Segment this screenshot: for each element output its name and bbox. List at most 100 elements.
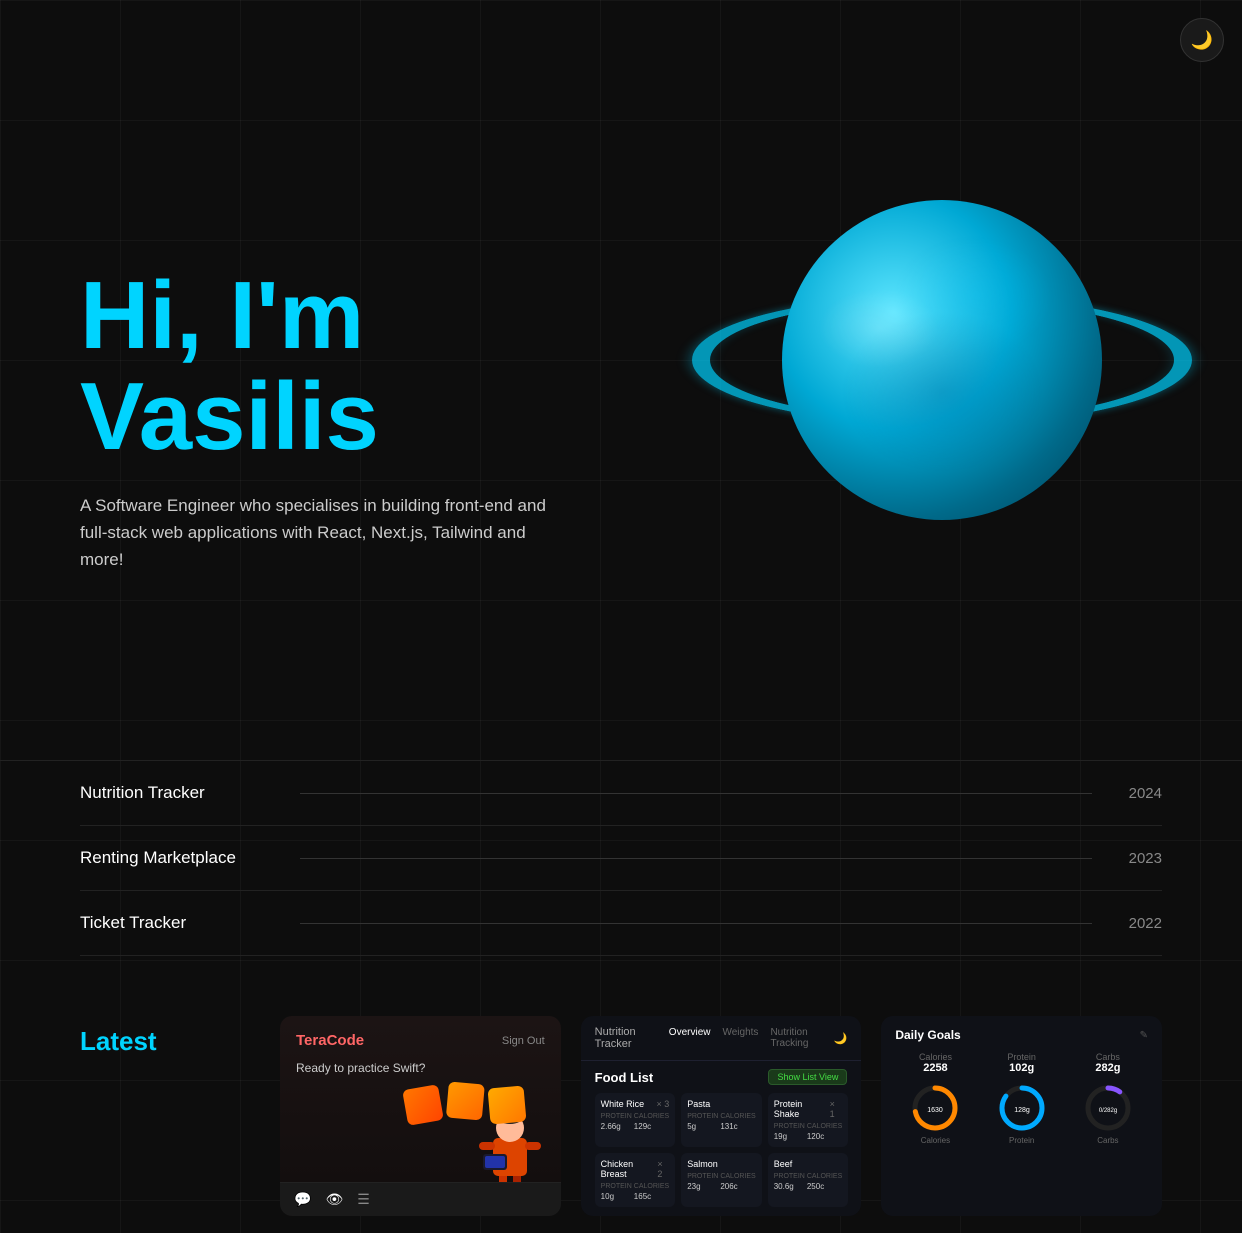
project-list: Nutrition Tracker 2024 Renting Marketpla… <box>0 761 1242 956</box>
goal-carbs-label: Carbs <box>1068 1052 1148 1062</box>
circles-row: 1630 Calories 128g Protein <box>895 1084 1148 1145</box>
tera-header: TeraCode Sign Out <box>296 1032 545 1049</box>
food-item-salmon: Salmon PROTEIN CALORIES 23g 206c <box>681 1153 762 1207</box>
food-list-header: Food List Show List View <box>581 1061 862 1093</box>
project-year-nutrition: 2024 <box>1112 785 1162 802</box>
tab-overview[interactable]: Overview <box>669 1027 711 1049</box>
dot-orange-1 <box>402 1084 444 1126</box>
show-list-button[interactable]: Show List View <box>768 1069 847 1085</box>
hero-name: Vasilis <box>80 363 379 470</box>
project-item-renting[interactable]: Renting Marketplace 2023 <box>80 826 1162 891</box>
project-name-ticket: Ticket Tracker <box>80 913 280 933</box>
tera-toolbar: 💬 👁 ☰ <box>280 1182 561 1216</box>
protein-value-beef: 30.6g <box>774 1182 805 1191</box>
nutrition-tabs: Overview Weights Nutrition Tracking <box>669 1027 834 1049</box>
calories-label-3: CALORIES <box>807 1123 842 1130</box>
project-divider-renting <box>300 858 1092 859</box>
calories-circle-svg: 1630 <box>911 1084 959 1132</box>
food-name-chicken: Chicken Breast <box>601 1159 658 1179</box>
goal-calories: Calories 2258 <box>895 1052 975 1074</box>
food-name-shake: Protein Shake <box>774 1099 830 1119</box>
protein-label-3: PROTEIN <box>774 1123 805 1130</box>
svg-text:0/282g: 0/282g <box>1099 1108 1117 1114</box>
calories-circle-label: Calories <box>921 1136 950 1145</box>
project-item-ticket[interactable]: Ticket Tracker 2022 <box>80 891 1162 956</box>
nutrition-app-title: Nutrition Tracker <box>595 1026 669 1050</box>
protein-value-pasta: 5g <box>687 1122 718 1131</box>
project-item-nutrition[interactable]: Nutrition Tracker 2024 <box>80 761 1162 826</box>
goal-calories-label: Calories <box>895 1052 975 1062</box>
protein-value-rice: 2.66g <box>601 1122 632 1131</box>
food-item-protein-shake: Protein Shake × 1 PROTEIN CALORIES 19g 1… <box>768 1093 849 1147</box>
calories-value-chicken: 165c <box>634 1192 669 1201</box>
project-name-renting: Renting Marketplace <box>80 848 280 868</box>
calories-label-4: CALORIES <box>634 1183 669 1190</box>
daily-goals-edit-icon[interactable]: ✎ <box>1140 1030 1148 1041</box>
food-name-salmon: Salmon <box>687 1159 718 1169</box>
nutrition-tracker-card[interactable]: Nutrition Tracker Overview Weights Nutri… <box>581 1016 862 1216</box>
nutrition-card-inner: Nutrition Tracker Overview Weights Nutri… <box>581 1016 862 1216</box>
goal-protein-value: 102g <box>982 1062 1062 1074</box>
food-list-title: Food List <box>595 1070 654 1085</box>
calories-value-beef: 250c <box>807 1182 842 1191</box>
dark-mode-button[interactable]: 🌙 <box>1180 18 1224 62</box>
hero-section: Hi, I'm Vasilis A Software Engineer who … <box>0 0 1242 760</box>
svg-text:128g: 128g <box>1014 1107 1030 1114</box>
food-count-shake: × 1 <box>830 1099 843 1119</box>
planet-decoration <box>722 160 1162 560</box>
daily-goals-card[interactable]: Daily Goals ✎ Calories 2258 Protein 102g… <box>881 1016 1162 1216</box>
calories-value-pasta: 131c <box>720 1122 755 1131</box>
planet <box>782 200 1102 520</box>
goal-calories-value: 2258 <box>895 1062 975 1074</box>
project-divider-nutrition <box>300 793 1092 794</box>
goal-carbs: Carbs 282g <box>1068 1052 1148 1074</box>
tab-weights[interactable]: Weights <box>722 1027 758 1049</box>
tab-nutrition-tracking[interactable]: Nutrition Tracking <box>770 1027 833 1049</box>
daily-goals-title: Daily Goals <box>895 1028 960 1042</box>
daily-goals-header: Daily Goals ✎ <box>895 1028 1148 1042</box>
carbs-circle-svg: 0/282g <box>1084 1084 1132 1132</box>
protein-label-6: PROTEIN <box>774 1173 805 1180</box>
protein-circle-container: 128g Protein <box>982 1084 1062 1145</box>
protein-circle-svg: 128g <box>998 1084 1046 1132</box>
calories-circle-container: 1630 Calories <box>895 1084 975 1145</box>
carbs-circle-container: 0/282g Carbs <box>1068 1084 1148 1145</box>
food-item-rice: White Rice × 3 PROTEIN CALORIES 2.66g 12… <box>595 1093 676 1147</box>
food-name-pasta: Pasta <box>687 1099 710 1109</box>
eye-icon[interactable]: 👁 <box>325 1191 343 1208</box>
calories-value-salmon: 206c <box>720 1182 755 1191</box>
tera-logo: TeraCode <box>296 1032 364 1049</box>
protein-circle-label: Protein <box>1009 1136 1034 1145</box>
goal-protein-label: Protein <box>982 1052 1062 1062</box>
protein-label: PROTEIN <box>601 1113 632 1120</box>
hero-content: Hi, I'm Vasilis A Software Engineer who … <box>80 266 680 573</box>
protein-value-shake: 19g <box>774 1132 805 1141</box>
calories-value-shake: 120c <box>807 1132 842 1141</box>
svg-text:1630: 1630 <box>928 1107 944 1114</box>
protein-label-2: PROTEIN <box>687 1113 718 1120</box>
list-icon[interactable]: ☰ <box>357 1191 370 1208</box>
tera-prompt: Ready to practice Swift? <box>296 1061 545 1075</box>
tera-code-card[interactable]: TeraCode Sign Out Ready to practice Swif… <box>280 1016 561 1216</box>
project-year-renting: 2023 <box>1112 850 1162 867</box>
bottom-section: Latest TeraCode Sign Out Ready to practi… <box>0 956 1242 1216</box>
protein-value-chicken: 10g <box>601 1192 632 1201</box>
food-count-rice: × 3 <box>656 1099 669 1109</box>
food-item-pasta: Pasta PROTEIN CALORIES 5g 131c <box>681 1093 762 1147</box>
chat-icon[interactable]: 💬 <box>294 1191 311 1208</box>
hero-subtitle: A Software Engineer who specialises in b… <box>80 492 560 574</box>
food-item-beef: Beef PROTEIN CALORIES 30.6g 250c <box>768 1153 849 1207</box>
food-name-beef: Beef <box>774 1159 793 1169</box>
protein-label-4: PROTEIN <box>601 1183 632 1190</box>
goals-row: Calories 2258 Protein 102g Carbs 282g <box>895 1052 1148 1074</box>
tera-sign-out: Sign Out <box>502 1035 545 1047</box>
project-divider-ticket <box>300 923 1092 924</box>
project-year-ticket: 2022 <box>1112 915 1162 932</box>
carbs-circle-label: Carbs <box>1097 1136 1118 1145</box>
moon-icon: 🌙 <box>1191 30 1213 51</box>
protein-label-5: PROTEIN <box>687 1173 718 1180</box>
hero-greeting: Hi, I'm <box>80 262 364 369</box>
preview-cards: TeraCode Sign Out Ready to practice Swif… <box>280 1016 1162 1216</box>
latest-label: Latest <box>80 1016 240 1216</box>
nutrition-header: Nutrition Tracker Overview Weights Nutri… <box>581 1016 862 1061</box>
